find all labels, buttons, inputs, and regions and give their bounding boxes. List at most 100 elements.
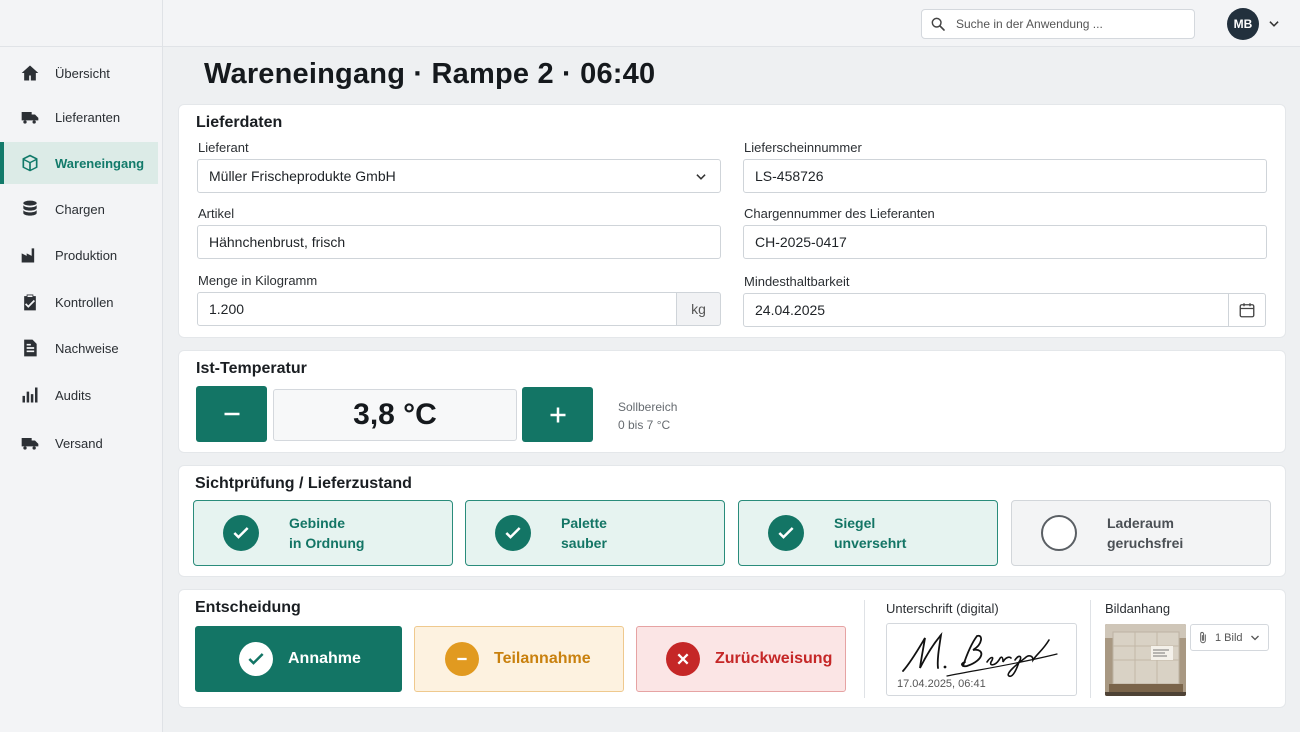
- avatar[interactable]: MB: [1227, 8, 1259, 40]
- sidebar-item-label: Produktion: [55, 247, 118, 263]
- sidebar-item-uebersicht[interactable]: Übersicht: [0, 52, 158, 94]
- check-label-line1: Laderaum: [1107, 515, 1174, 531]
- mhd-value: 24.04.2025: [755, 302, 826, 318]
- signature-pad[interactable]: 17.04.2025, 06:41: [886, 623, 1077, 696]
- chevron-down-icon: [1250, 635, 1259, 640]
- check-label-line1: Siegel: [834, 515, 876, 531]
- minus-icon: [224, 412, 239, 416]
- lieferant-label: Lieferant: [198, 140, 249, 155]
- page-title: Wareneingang · Rampe 2 · 06:40: [204, 58, 656, 90]
- sidebar-item-produktion[interactable]: Produktion: [0, 234, 158, 276]
- card-title: Entscheidung: [195, 599, 301, 616]
- sidebar-item-nachweise[interactable]: Nachweise: [0, 327, 158, 369]
- sidebar-item-chargen[interactable]: Chargen: [0, 188, 158, 230]
- sidebar-item-wareneingang[interactable]: Wareneingang: [0, 142, 158, 184]
- bar-chart-icon: [20, 385, 40, 405]
- signature-timestamp: 17.04.2025, 06:41: [897, 678, 986, 690]
- sidebar-item-label: Lieferanten: [55, 109, 121, 125]
- attachment-dropdown[interactable]: 1 Bild: [1190, 624, 1269, 651]
- lieferant-select[interactable]: Müller Frischeprodukte GmbH: [197, 159, 721, 193]
- temperature-value[interactable]: 3,8 °C: [273, 389, 517, 441]
- annahme-button[interactable]: Annahme: [195, 626, 402, 692]
- decrease-temperature-button[interactable]: [196, 386, 267, 442]
- sidebar-header: [0, 0, 162, 47]
- check-gebinde[interactable]: Gebinde in Ordnung: [193, 500, 453, 566]
- paperclip-icon: [1200, 631, 1206, 643]
- check-laderaum[interactable]: Laderaum geruchsfrei: [1011, 500, 1271, 566]
- search-icon: [931, 17, 945, 31]
- search-box[interactable]: [921, 9, 1195, 39]
- check-label-line2: in Ordnung: [289, 535, 365, 551]
- database-icon: [20, 199, 40, 219]
- plus-icon: [550, 407, 565, 422]
- check-palette[interactable]: Palette sauber: [465, 500, 725, 566]
- increase-temperature-button[interactable]: [522, 387, 593, 442]
- teilannahme-label: Teilannahme: [494, 650, 591, 667]
- artikel-label: Artikel: [198, 206, 235, 221]
- sidebar-item-audits[interactable]: Audits: [0, 374, 158, 416]
- divider: [1090, 600, 1091, 698]
- unterschrift-label: Unterschrift (digital): [886, 601, 999, 616]
- lieferschein-field[interactable]: LS-458726: [743, 159, 1267, 193]
- sollbereich-range: 0 bis 7 °C: [618, 418, 671, 432]
- mhd-label: Mindesthaltbarkeit: [744, 274, 850, 289]
- sidebar-item-label: Versand: [55, 435, 103, 451]
- document-icon: [20, 338, 40, 358]
- check-icon: [495, 515, 531, 551]
- check-icon: [239, 642, 273, 676]
- close-icon: [666, 642, 700, 676]
- sollbereich-info: Sollbereich 0 bis 7 °C: [618, 398, 677, 434]
- truck-icon: [20, 107, 40, 127]
- chevron-down-icon: [696, 174, 706, 180]
- teilannahme-button[interactable]: Teilannahme: [414, 626, 624, 692]
- check-label-line2: unversehrt: [834, 535, 907, 551]
- check-icon: [223, 515, 259, 551]
- sidebar-item-label: Übersicht: [55, 65, 110, 81]
- chevron-down-icon[interactable]: [1267, 17, 1281, 31]
- menge-label: Menge in Kilogramm: [198, 273, 318, 288]
- top-bar: MB: [163, 0, 1300, 47]
- calendar-icon[interactable]: [1228, 294, 1265, 326]
- charge-value: CH-2025-0417: [755, 234, 847, 250]
- signature-image: [902, 632, 1058, 678]
- sidebar-item-label: Chargen: [55, 201, 105, 217]
- divider: [864, 600, 865, 698]
- lieferschein-value: LS-458726: [755, 168, 824, 184]
- check-label-line2: geruchsfrei: [1107, 535, 1184, 551]
- sidebar-item-label: Kontrollen: [55, 294, 114, 310]
- menge-unit: kg: [676, 292, 721, 326]
- lieferschein-label: Lieferscheinnummer: [744, 140, 862, 155]
- empty-circle-icon: [1041, 515, 1077, 551]
- sidebar-item-versand[interactable]: Versand: [0, 422, 158, 464]
- card-title: Ist-Temperatur: [196, 360, 307, 377]
- sidebar-item-lieferanten[interactable]: Lieferanten: [0, 96, 158, 138]
- lieferant-value: Müller Frischeprodukte GmbH: [209, 168, 396, 184]
- check-siegel[interactable]: Siegel unversehrt: [738, 500, 998, 566]
- charge-field[interactable]: CH-2025-0417: [743, 225, 1267, 259]
- sidebar-item-label: Wareneingang: [55, 155, 145, 171]
- sollbereich-label: Sollbereich: [618, 400, 678, 414]
- search-input[interactable]: [956, 17, 1176, 31]
- charge-label: Chargennummer des Lieferanten: [744, 206, 935, 221]
- zurueckweisung-label: Zurückweisung: [715, 650, 833, 667]
- check-label-line2: sauber: [561, 535, 607, 551]
- bildanhang-label: Bildanhang: [1105, 601, 1171, 616]
- card-title: Lieferdaten: [196, 114, 283, 131]
- clipboard-check-icon: [20, 292, 40, 312]
- menge-field[interactable]: 1.200: [197, 292, 677, 326]
- check-label-line1: Gebinde: [289, 515, 346, 531]
- lieferdaten-card: Lieferdaten Lieferant Müller Frischeprod…: [178, 104, 1286, 338]
- sidebar-item-kontrollen[interactable]: Kontrollen: [0, 281, 158, 323]
- mhd-field[interactable]: 24.04.2025: [743, 293, 1266, 327]
- attachment-count: 1 Bild: [1215, 631, 1243, 644]
- check-icon: [768, 515, 804, 551]
- home-icon: [20, 63, 40, 83]
- zurueckweisung-button[interactable]: Zurückweisung: [636, 626, 846, 692]
- artikel-field[interactable]: Hähnchenbrust, frisch: [197, 225, 721, 259]
- attachment-thumbnail[interactable]: [1105, 624, 1186, 696]
- artikel-value: Hähnchenbrust, frisch: [209, 234, 346, 250]
- truck-icon: [20, 433, 40, 453]
- temperatur-card: Ist-Temperatur 3,8 °C Sollbereich 0 bis …: [178, 350, 1286, 453]
- minus-circle-icon: [445, 642, 479, 676]
- check-label-line1: Palette: [561, 515, 607, 531]
